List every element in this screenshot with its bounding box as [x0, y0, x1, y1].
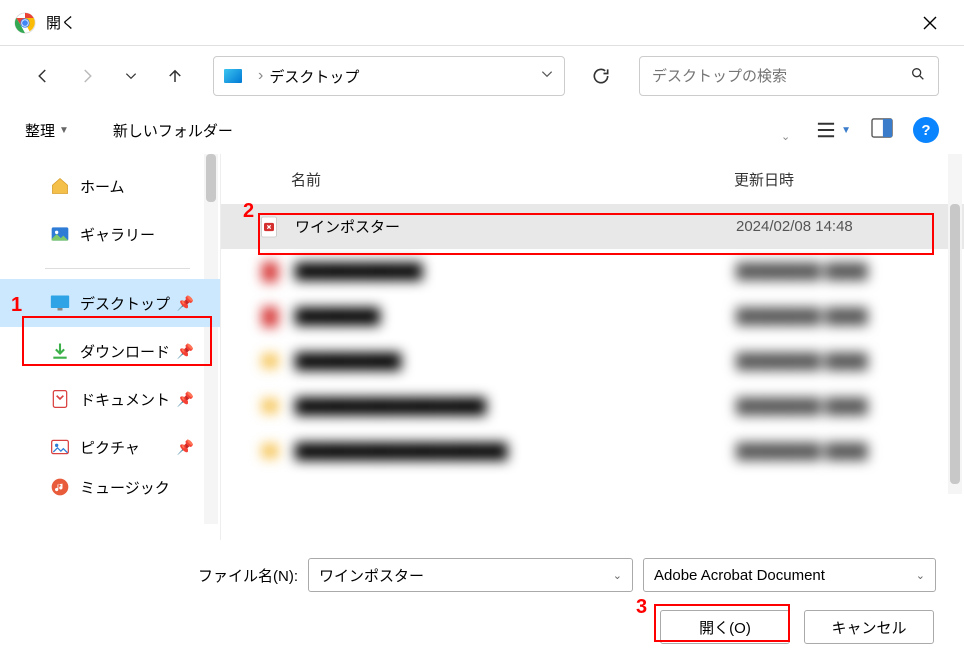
annotation-2: 2	[243, 200, 254, 223]
file-row[interactable]: ██████████████████ ████	[221, 339, 964, 384]
toolbar: 整理 ▼ 新しいフォルダー ▼ ?	[0, 106, 964, 154]
breadcrumb[interactable]: › デスクトップ	[213, 56, 565, 96]
sidebar-item-music[interactable]: ミュージック	[0, 471, 220, 503]
sidebar: ホーム ギャラリー デスクトップ 📌 ダウンロード 📌 ドキュメント 📌 ピクチ…	[0, 154, 220, 540]
search-box[interactable]	[639, 56, 939, 96]
sidebar-item-home[interactable]: ホーム	[0, 162, 220, 210]
chevron-down-icon[interactable]: ⌄	[613, 569, 622, 582]
pin-icon: 📌	[177, 343, 194, 360]
column-date[interactable]: 更新日時	[734, 169, 964, 190]
breadcrumb-text: デスクトップ	[269, 66, 359, 87]
filename-label: ファイル名(N):	[198, 565, 298, 586]
file-row[interactable]: ██████████████████████████ ████	[221, 384, 964, 429]
refresh-button[interactable]	[581, 56, 621, 96]
footer: ファイル名(N): ワインポスター ⌄ Adobe Acrobat Docume…	[0, 540, 964, 654]
annotation-1: 1	[11, 294, 22, 317]
search-input[interactable]	[652, 68, 910, 85]
filetype-select[interactable]: Adobe Acrobat Document ⌄	[643, 558, 936, 592]
window-title: 開く	[46, 12, 76, 33]
pin-icon: 📌	[177, 439, 194, 456]
desktop-icon	[50, 293, 70, 313]
pin-icon: 📌	[177, 391, 194, 408]
document-icon	[50, 389, 70, 409]
gallery-icon	[50, 224, 70, 244]
file-row[interactable]: ████████████████ ████	[221, 294, 964, 339]
forward-button[interactable]	[69, 58, 105, 94]
file-row[interactable]: ████████████████████ ████	[221, 249, 964, 294]
sidebar-item-documents[interactable]: ドキュメント 📌	[0, 375, 220, 423]
column-name[interactable]: 名前	[261, 169, 734, 190]
back-button[interactable]	[25, 58, 61, 94]
navbar: › デスクトップ	[0, 46, 964, 106]
music-icon	[50, 477, 70, 497]
pdf-icon	[259, 216, 281, 238]
file-row-selected[interactable]: ワインポスター 2024/02/08 14:48	[221, 204, 964, 249]
breadcrumb-dropdown-icon[interactable]	[540, 67, 554, 86]
column-headers[interactable]: 名前 更新日時	[221, 154, 964, 204]
picture-icon	[50, 437, 70, 457]
desktop-folder-icon	[224, 69, 242, 83]
view-mode-button[interactable]: ▼	[815, 121, 851, 139]
search-icon[interactable]	[910, 66, 926, 87]
open-button[interactable]: 開く(O)	[660, 610, 790, 644]
sidebar-item-downloads[interactable]: ダウンロード 📌	[0, 327, 220, 375]
file-list: 名前 更新日時 ⌄ ワインポスター 2024/02/08 14:48 █████…	[220, 154, 964, 540]
close-button[interactable]	[910, 3, 950, 43]
sort-indicator-icon: ⌄	[781, 130, 790, 143]
help-button[interactable]: ?	[913, 117, 939, 143]
up-button[interactable]	[157, 58, 193, 94]
download-icon	[50, 341, 70, 361]
chevron-down-icon[interactable]: ⌄	[916, 569, 925, 582]
annotation-3: 3	[636, 596, 647, 619]
preview-pane-button[interactable]	[871, 118, 893, 143]
sidebar-item-gallery[interactable]: ギャラリー	[0, 210, 220, 258]
sidebar-item-desktop[interactable]: デスクトップ 📌	[0, 279, 220, 327]
file-row[interactable]: ████████████████████████████ ████	[221, 429, 964, 474]
titlebar: 開く	[0, 0, 964, 46]
cancel-button[interactable]: キャンセル	[804, 610, 934, 644]
pin-icon: 📌	[177, 295, 194, 312]
sidebar-item-pictures[interactable]: ピクチャ 📌	[0, 423, 220, 471]
filename-input[interactable]: ワインポスター ⌄	[308, 558, 633, 592]
chrome-icon	[14, 12, 36, 34]
file-date: 2024/02/08 14:48	[736, 218, 964, 235]
recent-dropdown[interactable]	[113, 58, 149, 94]
organize-menu[interactable]: 整理 ▼	[25, 120, 69, 141]
new-folder-button[interactable]: 新しいフォルダー	[113, 120, 233, 141]
breadcrumb-sep-icon: ›	[258, 67, 263, 85]
file-name: ワインポスター	[295, 216, 736, 237]
home-icon	[50, 176, 70, 196]
